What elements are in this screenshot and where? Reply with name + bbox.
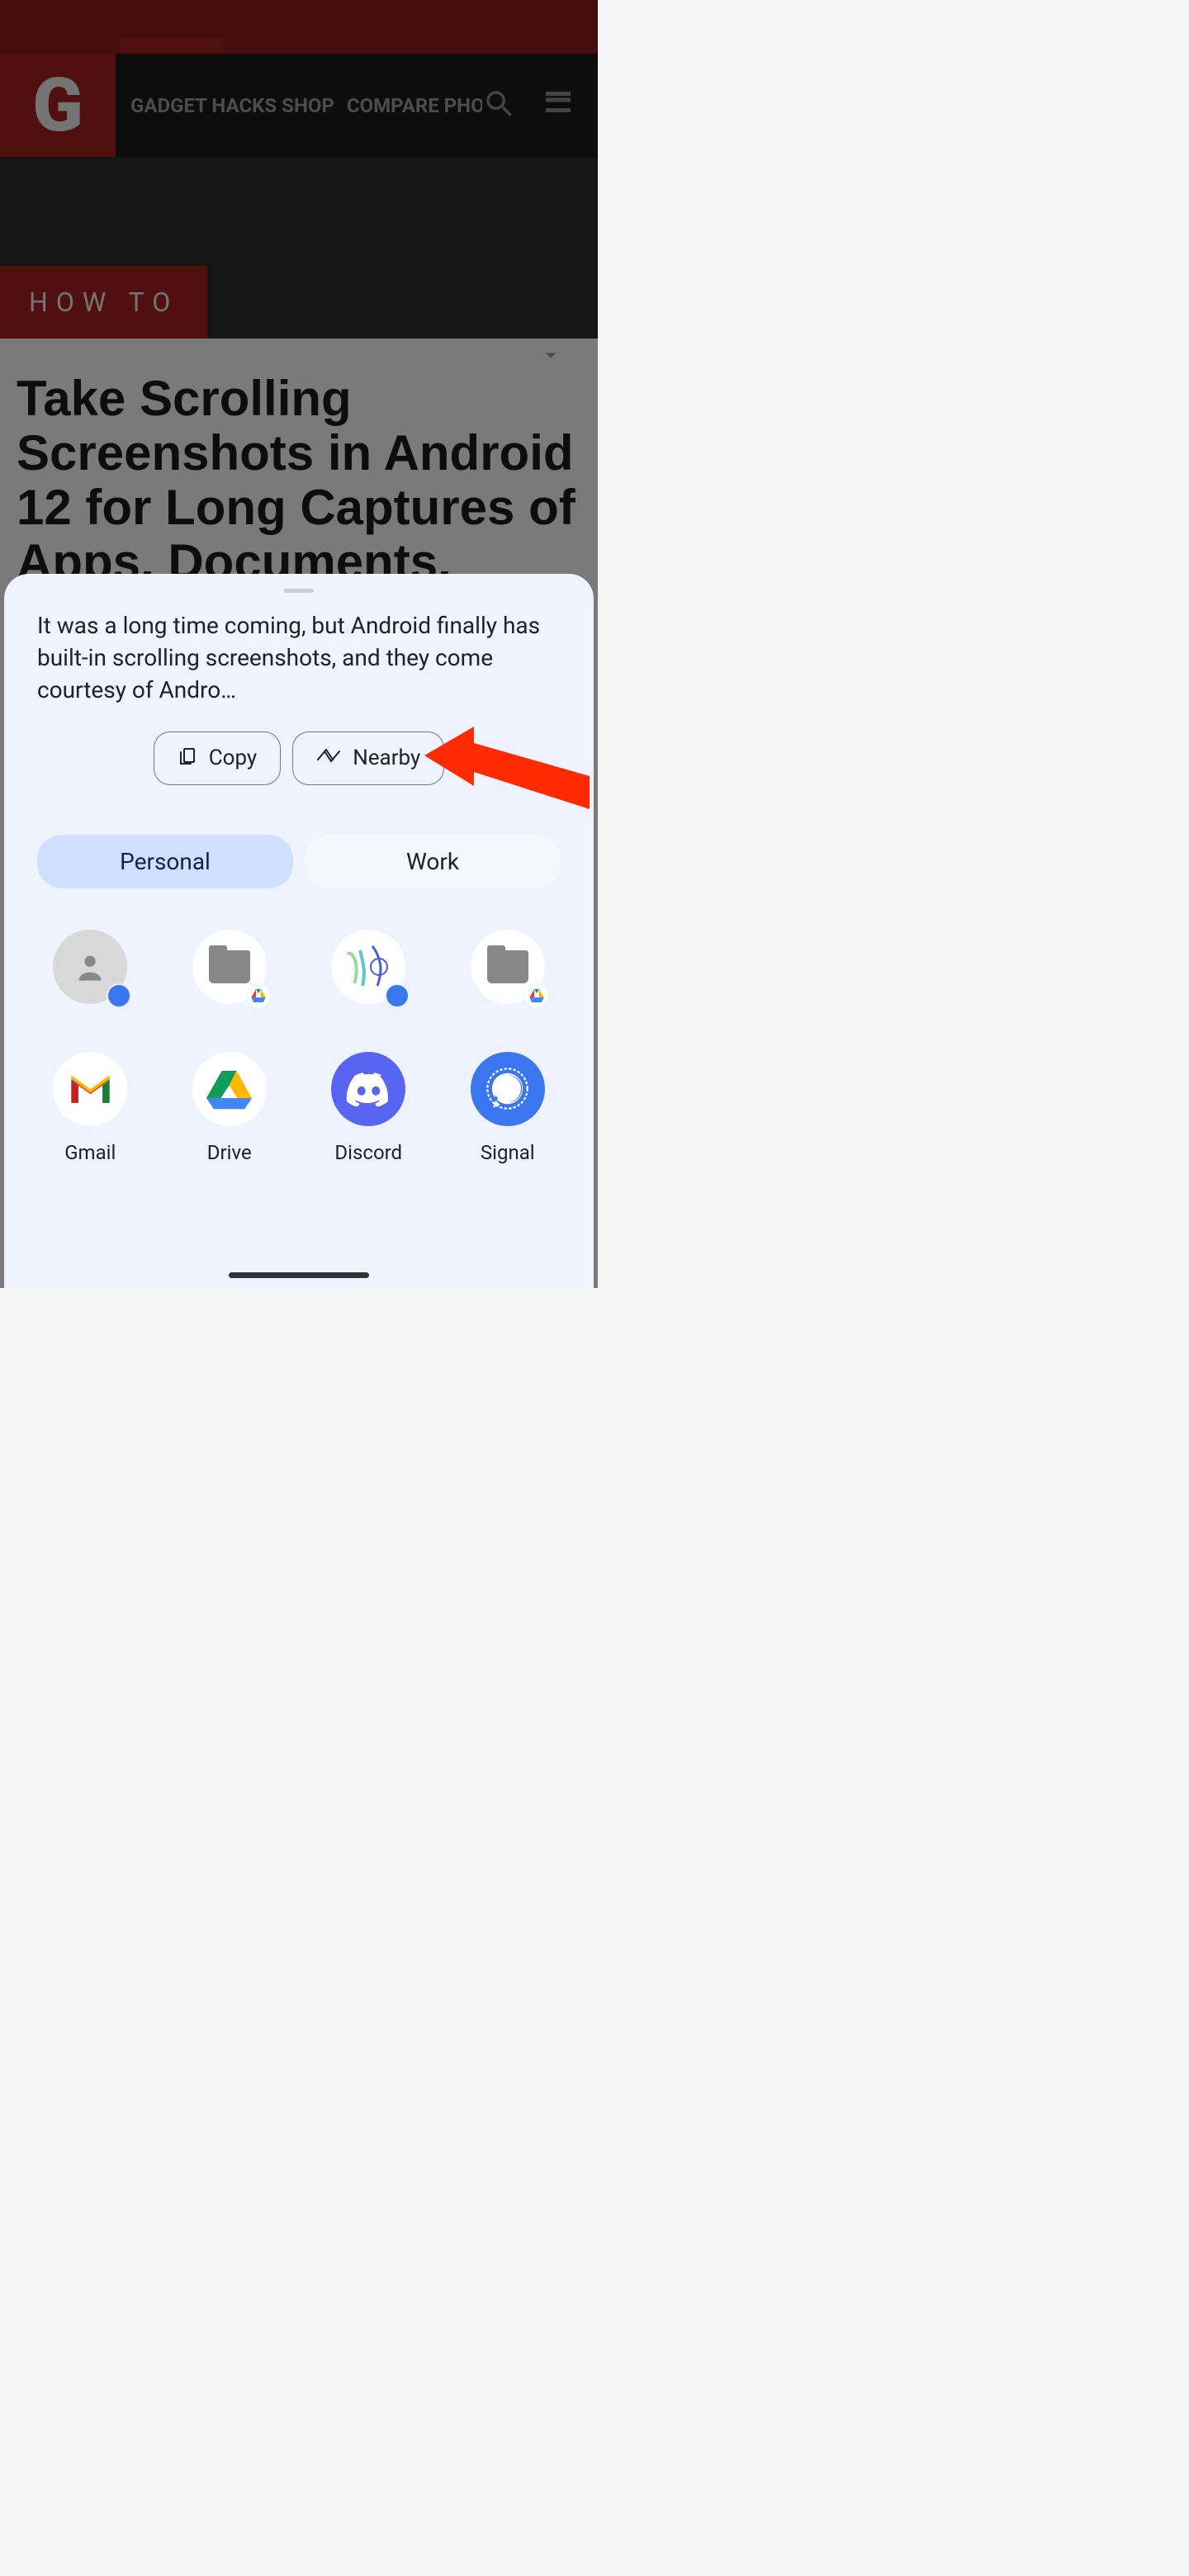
- drag-handle[interactable]: [284, 589, 314, 593]
- drive-badge-icon: [246, 983, 271, 1008]
- profile-tabs: Personal Work: [4, 810, 594, 897]
- drive-folder-target-2[interactable]: [446, 930, 570, 1019]
- app-drive[interactable]: Drive: [168, 1052, 291, 1164]
- gesture-bar[interactable]: [229, 1272, 369, 1278]
- folder-icon: [192, 930, 267, 1004]
- app-label: Drive: [207, 1141, 252, 1164]
- drive-icon: [192, 1052, 267, 1126]
- copy-button[interactable]: Copy: [154, 732, 282, 785]
- signal-badge-icon: [385, 983, 410, 1008]
- share-sheet: It was a long time coming, but Android f…: [4, 574, 594, 1288]
- drive-badge-icon: [524, 983, 549, 1008]
- app-discord[interactable]: Discord: [306, 1052, 430, 1164]
- contact-target-2[interactable]: [306, 930, 430, 1019]
- copy-icon: [178, 744, 197, 773]
- signal-icon: [471, 1052, 545, 1126]
- app-signal[interactable]: Signal: [446, 1052, 570, 1164]
- contact-target[interactable]: [28, 930, 152, 1019]
- share-preview-text: It was a long time coming, but Android f…: [4, 609, 594, 732]
- nearby-label: Nearby: [353, 746, 420, 770]
- nearby-button[interactable]: Nearby: [292, 732, 444, 785]
- copy-label: Copy: [209, 746, 258, 770]
- annotation-arrow: [424, 727, 598, 809]
- folder-icon: [471, 930, 545, 1004]
- app-gmail[interactable]: Gmail: [28, 1052, 152, 1164]
- recent-targets-row: [4, 897, 594, 1019]
- apps-row: Gmail Drive Disc: [4, 1019, 594, 1164]
- person-icon: [53, 930, 127, 1004]
- signal-badge-icon: [107, 983, 131, 1008]
- tab-work[interactable]: Work: [305, 835, 561, 888]
- app-label: Signal: [481, 1141, 535, 1164]
- app-label: Discord: [334, 1141, 402, 1164]
- nearby-icon: [316, 746, 341, 770]
- discord-icon: [331, 1052, 405, 1126]
- gmail-icon: [53, 1052, 127, 1126]
- drive-folder-target-1[interactable]: [168, 930, 291, 1019]
- app-label: Gmail: [64, 1141, 116, 1164]
- tab-personal[interactable]: Personal: [37, 835, 293, 888]
- avatar-icon: [331, 930, 405, 1004]
